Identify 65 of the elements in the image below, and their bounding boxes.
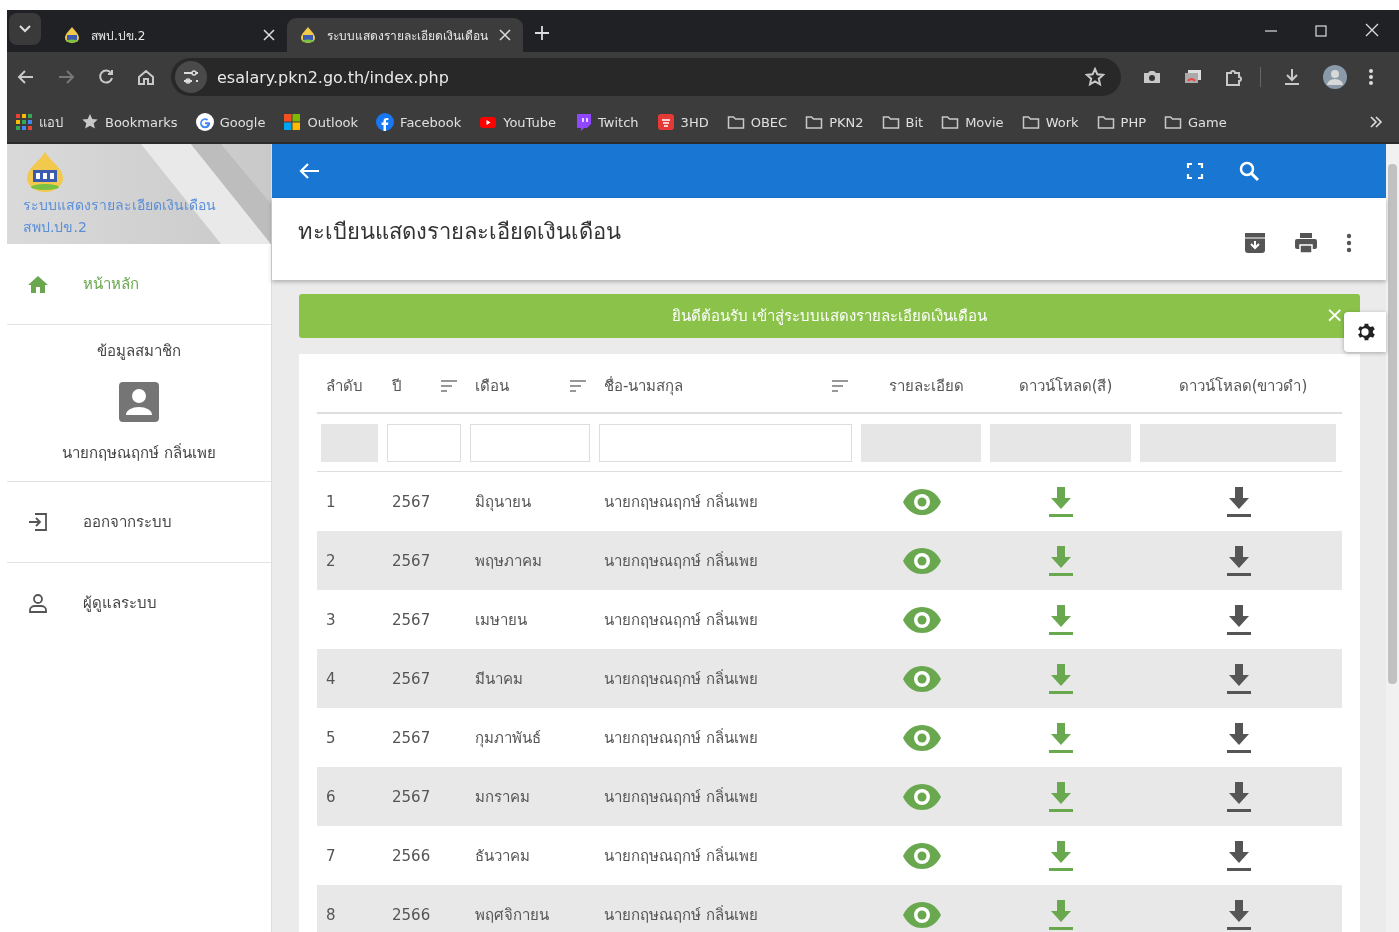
table-cell-text: 2567 — [391, 610, 432, 629]
table-cell-text: 2567 — [391, 669, 432, 688]
table-cell-text: นายกฤษณฤกษ์ กลิ่นเพย — [603, 550, 759, 572]
table-cell-text: พฤษภาคม — [474, 550, 543, 572]
table-cell-text: เมษายน — [474, 609, 528, 631]
bookmark[interactable]: Facebook — [376, 113, 462, 131]
page-title: ทะเบียนแสดงรายละเอียดเงินเดือน — [298, 218, 621, 246]
table-cell-text: 2567 — [391, 787, 432, 806]
column-header[interactable]: ดาวน์โหลด(สี) — [1018, 374, 1113, 398]
bookmark[interactable]: Twitch — [574, 113, 639, 131]
table-cell-text: 2567 — [391, 551, 432, 570]
browser-tab[interactable]: สพป.ปข.2 — [51, 18, 287, 52]
table-cell-text: นายกฤษณฤกษ์ กลิ่นเพย — [603, 786, 759, 808]
table-cell-text: 5 — [325, 728, 337, 747]
bookmark[interactable]: Outlook — [283, 113, 359, 131]
table-cell-text: 3 — [325, 610, 337, 629]
table-cell-text: ธันวาคม — [474, 845, 531, 867]
bookmark[interactable]: Bit — [881, 113, 924, 131]
table-cell-text: 2566 — [391, 846, 432, 865]
app-title: สพป.ปข.2 — [23, 218, 88, 237]
address-bar[interactable]: esalary.pkn2.go.th/index.php — [171, 58, 1121, 96]
bookmark[interactable]: PKN2 — [805, 113, 864, 131]
table-cell-text: นายกฤษณฤกษ์ กลิ่นเพย — [603, 845, 759, 867]
bookmark[interactable]: PHP — [1096, 113, 1146, 131]
table-cell-text: 6 — [325, 787, 337, 806]
column-header[interactable]: ดาวน์โหลด(ขาวดำ) — [1178, 374, 1308, 398]
table-cell-text: 2 — [325, 551, 337, 570]
table-cell-text: 2567 — [391, 728, 432, 747]
nav-item[interactable]: ผู้ดูแลระบบ — [7, 563, 271, 643]
nav-item[interactable]: ออกจากระบบ — [7, 482, 271, 563]
bookmark[interactable]: YouTube — [479, 113, 557, 131]
table-cell-text: นายกฤษณฤกษ์ กลิ่นเพย — [603, 727, 759, 749]
bookmark[interactable]: Work — [1021, 113, 1079, 131]
table-cell-text: นายกฤษณฤกษ์ กลิ่นเพย — [603, 609, 759, 631]
table-cell-text: 2566 — [391, 905, 432, 924]
table-cell-text: นายกฤษณฤกษ์ กลิ่นเพย — [603, 904, 759, 926]
table-cell-text: มีนาคม — [474, 668, 524, 690]
table-cell-text: นายกฤษณฤกษ์ กลิ่นเพย — [603, 491, 759, 513]
column-header[interactable]: ชื่อ-นามสกุล — [604, 374, 684, 398]
bookmark[interactable]: OBEC — [726, 113, 788, 131]
bookmark[interactable]: 3HD — [656, 113, 709, 131]
table-cell-text: มกราคม — [474, 786, 531, 808]
bookmark[interactable]: แอป — [15, 111, 63, 133]
bookmark[interactable]: Google — [195, 113, 266, 131]
browser-tab[interactable]: ระบบแสดงรายละเอียดเงินเดือน — [287, 18, 523, 52]
table-cell-text: นายกฤษณฤกษ์ กลิ่นเพย — [603, 668, 759, 690]
column-header[interactable]: ลำดับ — [326, 374, 363, 398]
welcome-banner: ยินดีต้อนรับ เข้าสู่ระบบแสดงรายละเอียดเงินเดือน × — [299, 294, 1360, 338]
table-cell-text: 8 — [325, 905, 337, 924]
bookmark[interactable]: Bookmarks — [81, 113, 178, 131]
column-header[interactable]: ปี — [392, 374, 402, 398]
table-cell-text: 1 — [325, 492, 337, 511]
table-cell-text: 7 — [325, 846, 337, 865]
table-cell-text: กุมภาพันธ์ — [474, 727, 542, 750]
table-cell-text: 4 — [325, 669, 337, 688]
table-cell-text: มิถุนายน — [474, 491, 532, 514]
column-header[interactable]: เดือน — [475, 374, 509, 398]
bookmark[interactable]: Game — [1164, 113, 1227, 131]
table-cell-text: 2567 — [391, 492, 432, 511]
column-header[interactable]: รายละเอียด — [888, 374, 964, 398]
user-name: นายกฤษณฤกษ์ กลิ่นเพย — [62, 442, 216, 464]
bookmark[interactable]: Movie — [941, 113, 1004, 131]
table-cell-text: พฤศจิกายน — [474, 904, 550, 926]
app-title: ระบบแสดงรายละเอียดเงินเดือน — [23, 196, 217, 215]
section-label: ข้อมูลสมาชิก — [97, 341, 181, 362]
